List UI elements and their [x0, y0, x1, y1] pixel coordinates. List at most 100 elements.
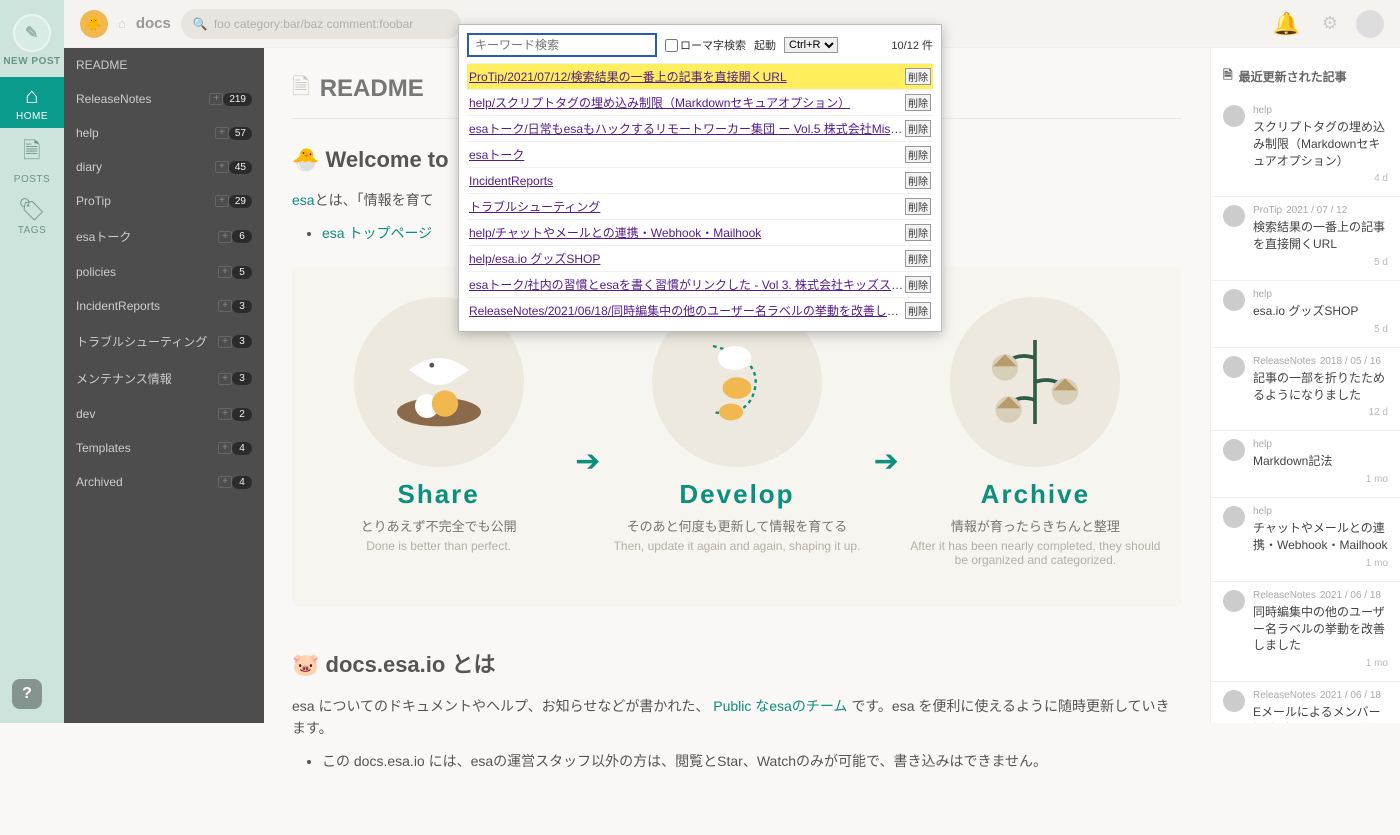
- expand-icon[interactable]: +: [218, 442, 232, 454]
- history-link[interactable]: help/esa.io グッズSHOP: [469, 250, 905, 267]
- history-link[interactable]: ReleaseNotes/2021/06/18/同時編集中の他のユーザー名ラベル…: [469, 302, 905, 319]
- sidebar-label: diary: [76, 160, 211, 174]
- history-row: esaトーク/社内の習慣とesaを書く習慣がリンクした - Vol 3. 株式会…: [467, 271, 933, 297]
- expand-icon[interactable]: +: [218, 231, 232, 243]
- history-row: help/スクリプトタグの埋め込み制限（Markdownセキュアオプション）削除: [467, 89, 933, 115]
- history-link[interactable]: トラブルシューティング: [469, 198, 905, 215]
- sidebar-label: README: [76, 58, 252, 72]
- delete-button[interactable]: 削除: [905, 302, 931, 319]
- sidebar-label: policies: [76, 265, 214, 279]
- delete-button[interactable]: 削除: [905, 250, 931, 267]
- recent-item[interactable]: ReleaseNotes2021 / 06 / 18 同時編集中の他のユーザー名…: [1211, 582, 1400, 682]
- help-fab[interactable]: ?: [12, 679, 42, 709]
- recent-title: 記事の一部を折りたためるようになりました: [1253, 370, 1388, 404]
- top-page-link[interactable]: esa トップページ: [322, 225, 432, 241]
- history-link[interactable]: esaトーク/社内の習慣とesaを書く習慣がリンクした - Vol 3. 株式会…: [469, 276, 905, 293]
- delete-button[interactable]: 削除: [905, 146, 931, 163]
- recent-age: 1 mo: [1253, 558, 1388, 569]
- expand-icon[interactable]: +: [218, 266, 232, 278]
- sidebar-item[interactable]: esaトーク+6: [64, 218, 264, 255]
- user-avatar[interactable]: [1356, 10, 1384, 38]
- sidebar-item[interactable]: ProTip+29: [64, 184, 264, 218]
- recent-title: Markdown記法: [1253, 453, 1388, 470]
- delete-button[interactable]: 削除: [905, 172, 931, 189]
- recent-item[interactable]: ReleaseNotes2021 / 06 / 18 Eメールによるメンバー招待…: [1211, 682, 1400, 723]
- brand-logo[interactable]: 🐥: [80, 10, 108, 38]
- recent-category: ReleaseNotes: [1253, 590, 1316, 601]
- recent-heading: 最近更新された記事: [1239, 68, 1347, 85]
- author-avatar: [1223, 439, 1245, 461]
- expand-icon[interactable]: +: [218, 336, 232, 348]
- recent-item[interactable]: ProTip2021 / 07 / 12 検索結果の一番上の記事を直接開くURL…: [1211, 197, 1400, 281]
- count-badge: 219: [223, 93, 252, 106]
- history-link[interactable]: esaトーク: [469, 146, 905, 163]
- romaji-search-toggle[interactable]: ローマ字検索: [665, 37, 746, 53]
- recent-age: 5 d: [1253, 257, 1388, 268]
- romaji-checkbox[interactable]: [665, 39, 678, 52]
- history-link[interactable]: help/スクリプトタグの埋め込み制限（Markdownセキュアオプション）: [469, 94, 905, 111]
- expand-icon[interactable]: +: [215, 127, 229, 139]
- recent-item[interactable]: help Markdown記法 1 mo: [1211, 431, 1400, 498]
- nav-label: POSTS: [14, 174, 50, 185]
- nav-posts[interactable]: 🗎POSTS: [0, 128, 64, 191]
- romaji-label: ローマ字検索: [680, 37, 746, 53]
- recent-item[interactable]: ReleaseNotes2018 / 05 / 16 記事の一部を折りたためるよ…: [1211, 348, 1400, 432]
- shortcut-select[interactable]: Ctrl+R: [784, 37, 838, 53]
- new-post-button[interactable]: ✎ NEW POST: [0, 0, 64, 77]
- author-avatar: [1223, 105, 1245, 127]
- sidebar-item[interactable]: Templates+4: [64, 431, 264, 465]
- expand-icon[interactable]: +: [218, 373, 232, 385]
- recent-date: 2021 / 06 / 18: [1320, 690, 1381, 701]
- sidebar-item[interactable]: Archived+4: [64, 465, 264, 499]
- delete-button[interactable]: 削除: [905, 94, 931, 111]
- recent-updates-panel: 🗎最近更新された記事 help スクリプトタグの埋め込み制限（Markdownセ…: [1210, 48, 1400, 723]
- expand-icon[interactable]: +: [218, 408, 232, 420]
- esa-link[interactable]: esa: [292, 192, 315, 208]
- sidebar-item[interactable]: ReleaseNotes+219: [64, 82, 264, 116]
- arrow-icon: ➔: [575, 384, 600, 479]
- expand-icon[interactable]: +: [215, 195, 229, 207]
- public-team-link[interactable]: Public なesaのチーム: [713, 698, 847, 714]
- expand-icon[interactable]: +: [218, 476, 232, 488]
- section2-text-pre: esa についてのドキュメントやヘルプ、お知らせなどが書かれた、: [292, 698, 709, 714]
- recent-age: 4 d: [1253, 173, 1388, 184]
- delete-button[interactable]: 削除: [905, 198, 931, 215]
- notifications-icon[interactable]: 🔔: [1272, 11, 1299, 37]
- history-link[interactable]: IncidentReports: [469, 174, 905, 188]
- keyword-search-input[interactable]: [467, 33, 657, 57]
- global-search[interactable]: 🔍 foo category:bar/baz comment:foobar: [181, 9, 461, 39]
- recent-title: Eメールによるメンバー招待が期限切れした後も90日間リストに残るようになりました: [1253, 704, 1388, 723]
- icon-rail: ✎ NEW POST ⌂HOME🗎POSTS🏷TAGS: [0, 0, 64, 723]
- sidebar-item[interactable]: diary+45: [64, 150, 264, 184]
- sidebar-item[interactable]: メンテナンス情報+3: [64, 360, 264, 397]
- expand-icon[interactable]: +: [218, 300, 232, 312]
- history-link[interactable]: esaトーク/日常もesaもハックするリモートワーカー集団 ー Vol.5 株式…: [469, 120, 905, 137]
- sidebar-item[interactable]: dev+2: [64, 397, 264, 431]
- author-avatar: [1223, 590, 1245, 612]
- sidebar-item[interactable]: policies+5: [64, 255, 264, 289]
- recent-age: 1 mo: [1253, 658, 1388, 669]
- nav-home[interactable]: ⌂HOME: [0, 77, 64, 128]
- history-link[interactable]: ProTip/2021/07/12/検索結果の一番上の記事を直接開くURL: [469, 68, 905, 85]
- recent-item[interactable]: help チャットやメールとの連携・Webhook・Mailhook 1 mo: [1211, 498, 1400, 582]
- delete-button[interactable]: 削除: [905, 68, 931, 85]
- recent-item[interactable]: help esa.io グッズSHOP 5 d: [1211, 281, 1400, 348]
- history-row: esaトーク削除: [467, 141, 933, 167]
- history-link[interactable]: help/チャットやメールとの連携・Webhook・Mailhook: [469, 224, 905, 241]
- expand-icon[interactable]: +: [215, 161, 229, 173]
- count-badge: 29: [229, 195, 252, 208]
- search-icon: 🔍: [193, 17, 208, 31]
- count-badge: 4: [232, 476, 252, 489]
- delete-button[interactable]: 削除: [905, 120, 931, 137]
- expand-icon[interactable]: +: [209, 93, 223, 105]
- settings-icon[interactable]: ⚙: [1322, 13, 1338, 34]
- sidebar-item[interactable]: IncidentReports+3: [64, 289, 264, 323]
- recent-item[interactable]: help スクリプトタグの埋め込み制限（Markdownセキュアオプション） 4…: [1211, 97, 1400, 197]
- sidebar-item[interactable]: help+57: [64, 116, 264, 150]
- nav-tags[interactable]: 🏷TAGS: [0, 191, 64, 242]
- sidebar-item[interactable]: トラブルシューティング+3: [64, 323, 264, 360]
- sidebar-item[interactable]: README: [64, 48, 264, 82]
- delete-button[interactable]: 削除: [905, 276, 931, 293]
- team-name[interactable]: docs: [136, 15, 171, 32]
- delete-button[interactable]: 削除: [905, 224, 931, 241]
